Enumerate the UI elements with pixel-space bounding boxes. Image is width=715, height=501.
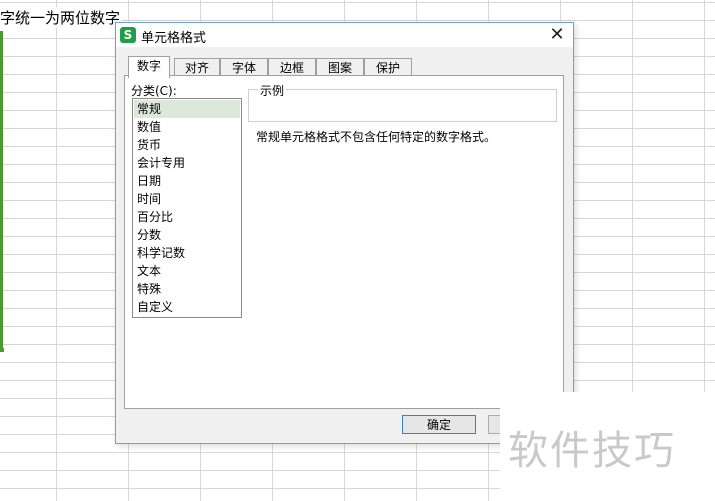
wps-app-icon: S — [120, 27, 136, 43]
category-item-percentage[interactable]: 百分比 — [134, 208, 240, 226]
category-item-fraction[interactable]: 分数 — [134, 226, 240, 244]
category-item-text[interactable]: 文本 — [134, 262, 240, 280]
category-item-custom[interactable]: 自定义 — [134, 298, 240, 316]
category-item-date[interactable]: 日期 — [134, 172, 240, 190]
cell-text: 字统一为两位数字 — [0, 7, 123, 28]
number-tab-panel: 分类(C): 常规 数值 货币 会计专用 日期 时间 百分比 分数 科学记数 文… — [124, 75, 564, 409]
category-item-general[interactable]: 常规 — [134, 100, 240, 118]
category-item-accounting[interactable]: 会计专用 — [134, 154, 240, 172]
tab-number[interactable]: 数字 — [128, 56, 170, 78]
format-cells-dialog: S 单元格格式 ✕ 数字 对齐 字体 边框 图案 保护 分类(C): 常规 数值… — [115, 22, 574, 444]
category-item-number[interactable]: 数值 — [134, 118, 240, 136]
selection-border — [0, 31, 3, 352]
format-description: 常规单元格格式不包含任何特定的数字格式。 — [256, 130, 497, 144]
category-item-time[interactable]: 时间 — [134, 190, 240, 208]
category-item-scientific[interactable]: 科学记数 — [134, 244, 240, 262]
close-icon[interactable]: ✕ — [547, 24, 567, 46]
category-list[interactable]: 常规 数值 货币 会计专用 日期 时间 百分比 分数 科学记数 文本 特殊 自定… — [132, 98, 242, 318]
fill-handle[interactable] — [0, 348, 4, 352]
ok-button[interactable]: 确定 — [402, 415, 476, 434]
category-item-currency[interactable]: 货币 — [134, 136, 240, 154]
watermark-text: 软件技巧 — [508, 428, 676, 474]
category-label: 分类(C): — [131, 84, 177, 98]
dialog-title: 单元格格式 — [141, 31, 207, 46]
category-item-special[interactable]: 特殊 — [134, 280, 240, 298]
dialog-titlebar[interactable]: S 单元格格式 ✕ — [116, 23, 573, 47]
sample-box — [248, 89, 557, 122]
sample-label: 示例 — [258, 82, 287, 99]
